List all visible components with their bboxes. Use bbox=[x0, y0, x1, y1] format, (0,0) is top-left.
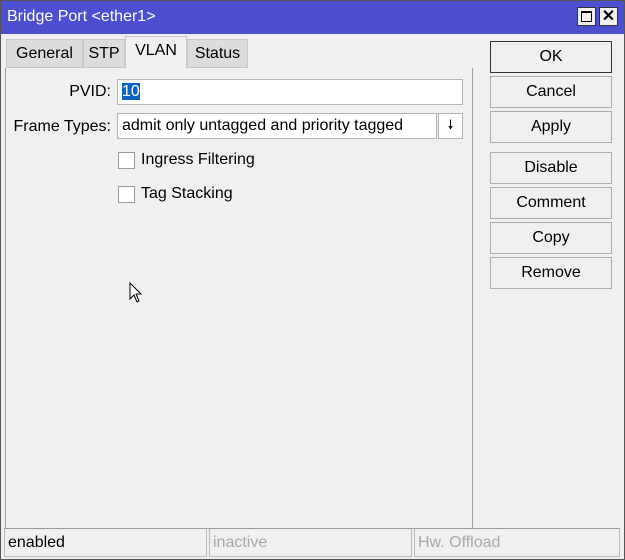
tab-general[interactable]: General bbox=[6, 39, 83, 68]
maximize-icon[interactable] bbox=[577, 7, 596, 26]
mouse-cursor-icon bbox=[129, 282, 143, 303]
bridge-port-window: Bridge Port <ether1> ✕ General STP VLAN … bbox=[0, 0, 625, 560]
remove-button[interactable]: Remove bbox=[490, 257, 612, 289]
frame-types-select[interactable]: admit only untagged and priority tagged bbox=[117, 113, 437, 139]
frame-types-label: Frame Types: bbox=[13, 118, 111, 135]
ok-button[interactable]: OK bbox=[490, 41, 612, 73]
tag-stacking-label: Tag Stacking bbox=[141, 185, 233, 202]
pvid-value: 10 bbox=[122, 83, 140, 100]
dropdown-arrow-icon[interactable]: 🠗 bbox=[438, 113, 463, 139]
comment-button[interactable]: Comment bbox=[490, 187, 612, 219]
status-activity: inactive bbox=[209, 528, 412, 557]
pvid-label: PVID: bbox=[69, 83, 111, 100]
cancel-button[interactable]: Cancel bbox=[490, 76, 612, 108]
tab-vlan[interactable]: VLAN bbox=[125, 36, 187, 69]
tag-stacking-checkbox[interactable] bbox=[118, 186, 135, 203]
ingress-filtering-checkbox[interactable] bbox=[118, 152, 135, 169]
tab-status[interactable]: Status bbox=[187, 39, 248, 68]
disable-button[interactable]: Disable bbox=[490, 152, 612, 184]
status-hw-offload: Hw. Offload bbox=[414, 528, 620, 557]
ingress-filtering-label: Ingress Filtering bbox=[141, 151, 255, 168]
close-icon[interactable]: ✕ bbox=[599, 7, 618, 26]
copy-button[interactable]: Copy bbox=[490, 222, 612, 254]
pvid-input[interactable]: 10 bbox=[117, 79, 463, 105]
status-enabled: enabled bbox=[4, 528, 207, 557]
title-bar[interactable]: Bridge Port <ether1> ✕ bbox=[1, 1, 624, 34]
apply-button[interactable]: Apply bbox=[490, 111, 612, 143]
tab-stp[interactable]: STP bbox=[83, 39, 125, 68]
window-title: Bridge Port <ether1> bbox=[7, 8, 156, 25]
